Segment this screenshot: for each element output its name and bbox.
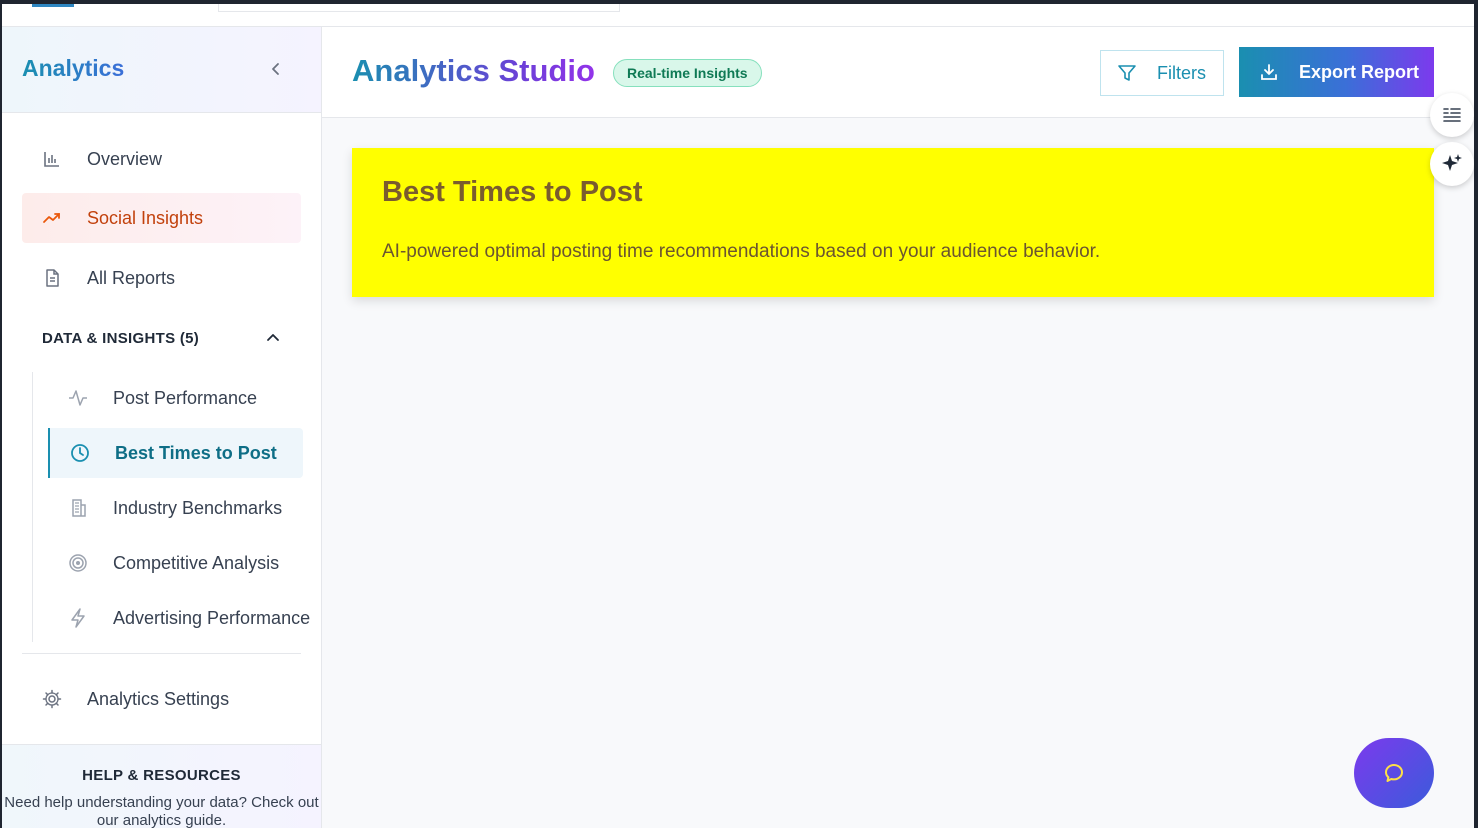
chevron-left-icon [272,63,279,75]
gear-icon [42,689,62,709]
help-resources-panel: HELP & RESOURCES Need help understanding… [2,744,321,828]
filters-button-label: Filters [1157,62,1206,83]
help-text: Need help understanding your data? Check… [4,794,319,828]
main-content: Analytics Studio Real-time Insights Filt… [322,27,1474,828]
sidebar-item-label: Post Performance [113,387,258,408]
status-badge: Real-time Insights [613,59,762,87]
sidebar-item-label: Advertising Performance [113,607,311,628]
sidebar-divider [22,653,301,654]
sidebar-item-label: Industry Benchmarks [113,497,283,518]
page-title-part-1: Analytics [352,53,490,88]
chat-bubble-icon [1385,764,1403,782]
sidebar-item-industry-benchmarks[interactable]: Industry Benchmarks [48,483,301,533]
data-insights-section-toggle[interactable]: DATA & INSIGHTS (5) [42,327,282,349]
reader-mode-button[interactable] [1430,93,1474,137]
banner-description: AI-powered optimal posting time recommen… [382,241,1101,262]
sidebar-item-best-times-to-post[interactable]: Best Times to Post [48,428,303,478]
lightning-icon [67,607,89,629]
help-heading: HELP & RESOURCES [82,767,241,784]
building-icon [67,497,89,519]
sidebar-item-label: Best Times to Post [115,442,277,463]
export-report-label: Export Report [1299,61,1420,82]
filters-button[interactable]: Filters [1100,50,1224,96]
bar-chart-icon [42,149,62,169]
sparkle-icon [1442,154,1462,171]
sidebar-item-label: Social Insights [87,207,204,228]
sidebar-item-label: Analytics Settings [87,688,230,709]
filter-icon [1117,63,1137,83]
sidebar-item-analytics-settings[interactable]: Analytics Settings [22,674,301,724]
page-title-part-2: Studio [498,53,595,88]
banner-title: Best Times to Post [382,176,643,208]
clock-icon [69,442,91,464]
sidebar-item-all-reports[interactable]: All Reports [22,253,301,303]
sidebar-item-post-performance[interactable]: Post Performance [48,373,301,423]
sidebar-title: Analytics [22,55,125,81]
target-icon [67,552,89,574]
export-report-button[interactable]: Export Report [1239,47,1434,97]
best-times-banner: Best Times to Post AI-powered optimal po… [352,148,1434,297]
sidebar-item-advertising-performance[interactable]: Advertising Performance [48,593,310,643]
sidebar-item-overview[interactable]: Overview [22,134,301,184]
page-header: Analytics Studio Real-time Insights Filt… [322,27,1474,118]
sidebar: Analytics Overview Social Insights All R… [2,27,322,828]
ai-assistant-button[interactable] [1430,142,1474,186]
activity-icon [67,387,89,409]
text-lines-icon [1443,108,1461,122]
top-search-box[interactable] [218,4,620,12]
sidebar-item-label: Competitive Analysis [113,552,280,573]
collapse-sidebar-button[interactable] [266,59,286,79]
chevron-up-icon [267,334,279,341]
submenu-rail [32,372,33,642]
sidebar-item-social-insights[interactable]: Social Insights [22,193,301,243]
app-window: Analytics Overview Social Insights All R… [2,27,1474,828]
page-title: Analytics Studio [352,53,595,89]
trending-up-icon [42,208,62,228]
browser-top-strip [2,4,1474,27]
sidebar-header: Analytics [2,27,321,113]
sidebar-item-label: All Reports [87,267,176,288]
sidebar-item-label: Overview [87,148,163,169]
document-icon [42,268,62,288]
download-icon [1259,62,1279,82]
section-label: DATA & INSIGHTS (5) [42,329,200,347]
chat-button[interactable] [1354,738,1434,808]
tab-indicator [32,4,74,7]
sidebar-item-competitive-analysis[interactable]: Competitive Analysis [48,538,301,588]
